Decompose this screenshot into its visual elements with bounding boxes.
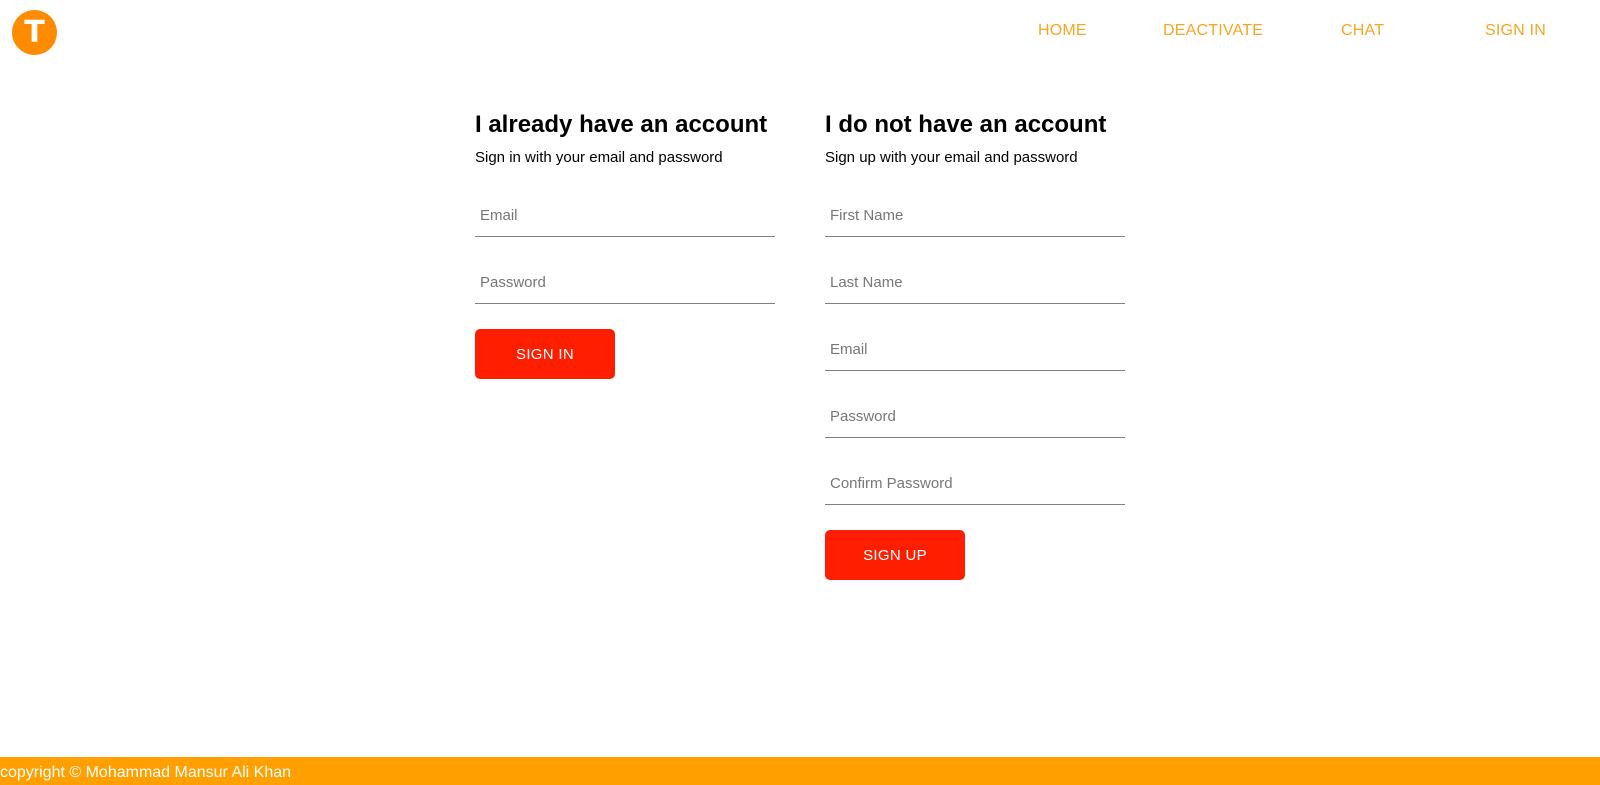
first-name-field xyxy=(825,194,1125,237)
sign-in-title: I already have an account xyxy=(475,111,768,138)
confirm-password-field xyxy=(825,462,1125,505)
nav-deactivate-link[interactable]: DEACTIVATE xyxy=(1163,22,1263,40)
sign-in-subtitle: Sign in with your email and password xyxy=(475,149,723,166)
sign-up-form: I do not have an account Sign up with yo… xyxy=(825,108,1125,580)
sign-in-email-field xyxy=(475,194,775,237)
last-name-field xyxy=(825,261,1125,304)
sign-up-password-input[interactable] xyxy=(825,395,1125,437)
sign-up-title: I do not have an account xyxy=(825,111,1107,138)
sign-up-subtitle: Sign up with your email and password xyxy=(825,149,1078,166)
page: T HOME DEACTIVATE CHAT SIGN IN I already… xyxy=(0,0,1600,785)
sign-in-email-input[interactable] xyxy=(475,194,775,236)
last-name-input[interactable] xyxy=(825,261,1125,303)
sign-up-email-field xyxy=(825,328,1125,371)
sign-up-button[interactable]: SIGN UP xyxy=(825,530,965,580)
nav-sign-in-link[interactable]: SIGN IN xyxy=(1485,22,1546,40)
nav-chat-link[interactable]: CHAT xyxy=(1341,22,1384,40)
logo-letter: T xyxy=(24,15,45,50)
sign-in-password-input[interactable] xyxy=(475,261,775,303)
confirm-password-input[interactable] xyxy=(825,462,1125,504)
sign-in-button[interactable]: SIGN IN xyxy=(475,329,615,379)
first-name-input[interactable] xyxy=(825,194,1125,236)
logo[interactable]: T xyxy=(12,10,57,55)
copyright-text: copyright © Mohammad Mansur Ali Khan xyxy=(0,764,292,781)
nav-home-link[interactable]: HOME xyxy=(1038,22,1087,40)
footer: copyright © Mohammad Mansur Ali Khan xyxy=(0,757,1600,785)
sign-in-password-field xyxy=(475,261,775,304)
sign-up-email-input[interactable] xyxy=(825,328,1125,370)
sign-up-password-field xyxy=(825,395,1125,438)
sign-in-form: I already have an account Sign in with y… xyxy=(475,108,775,379)
